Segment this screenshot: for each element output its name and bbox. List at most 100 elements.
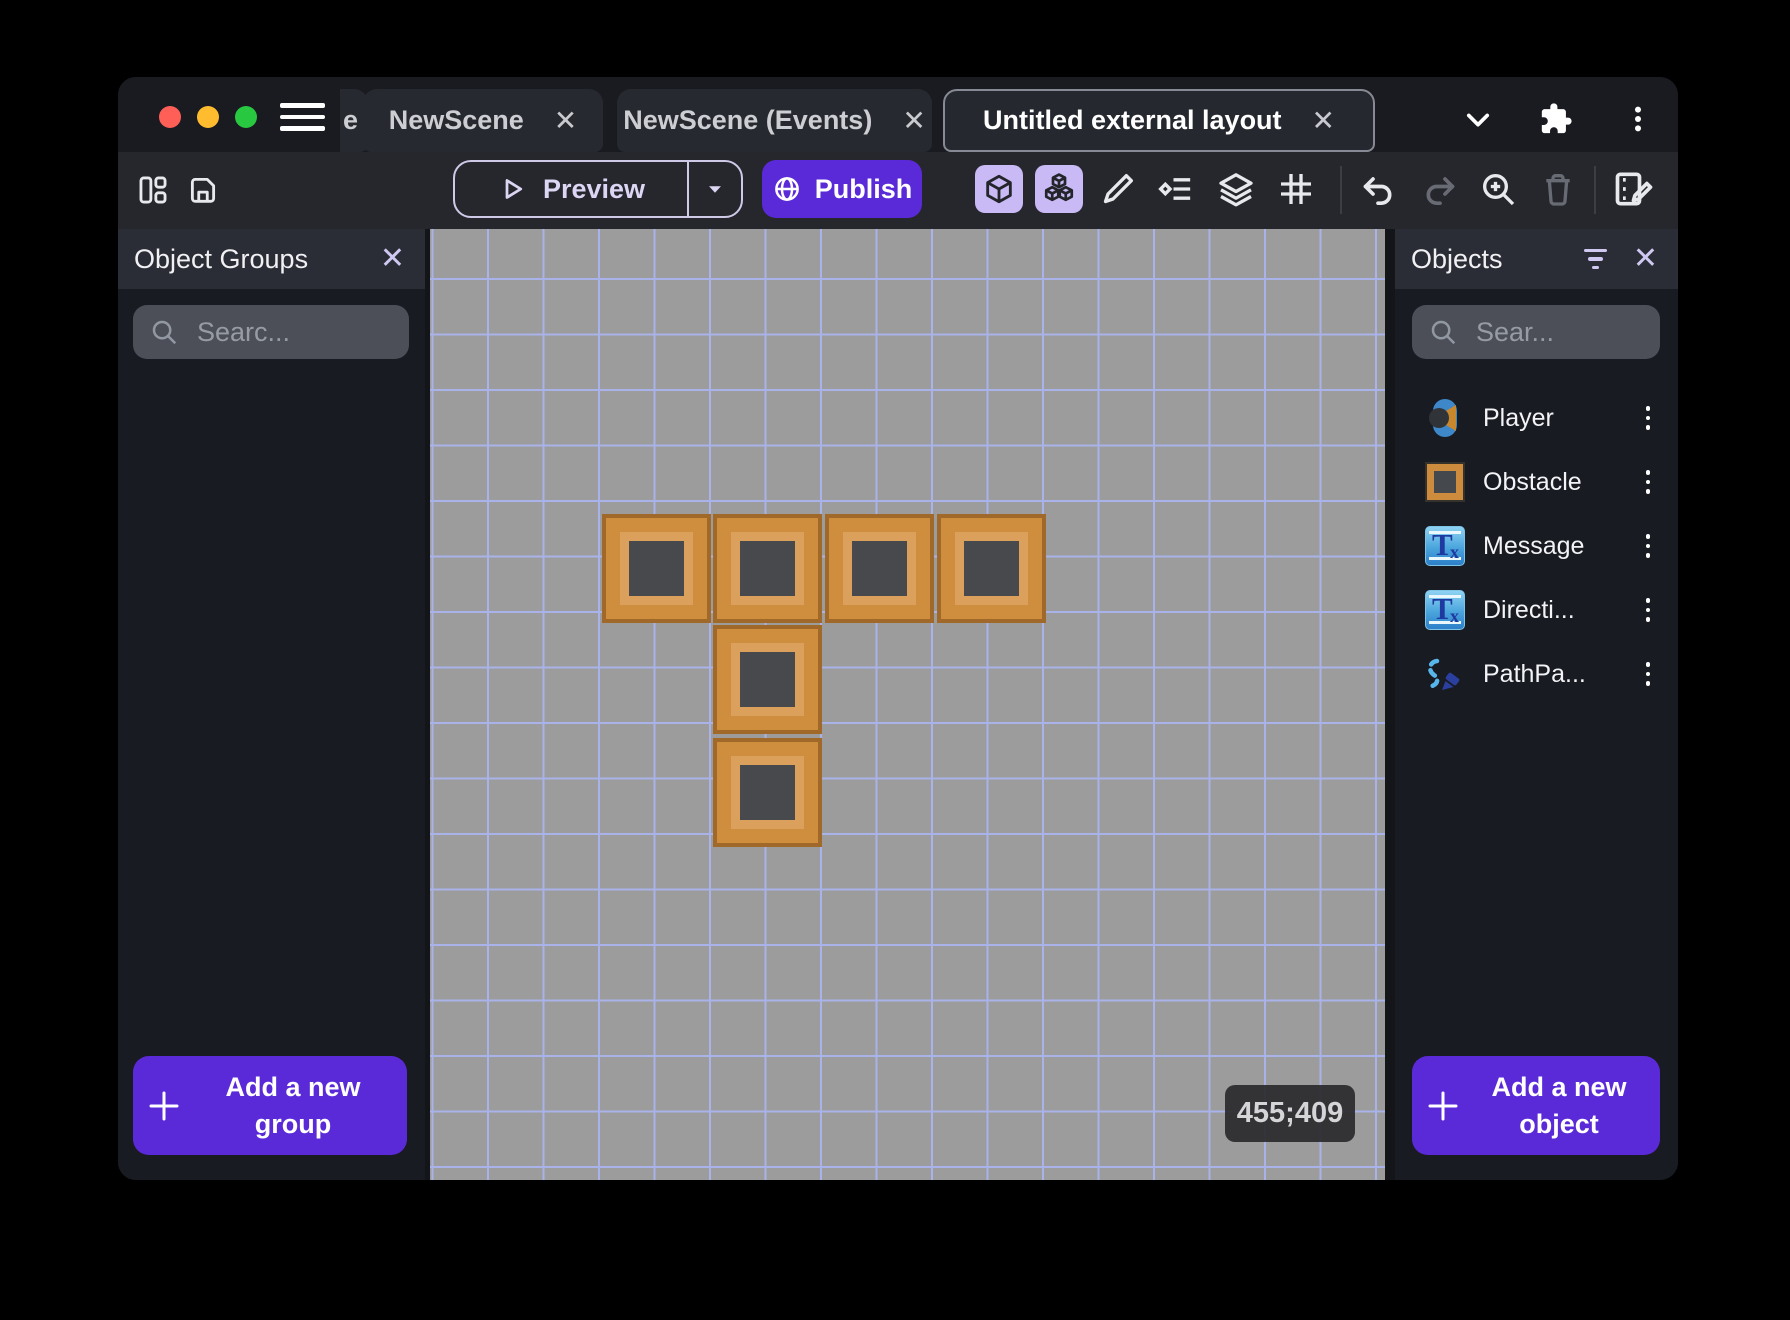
object-menu-dots-icon[interactable] xyxy=(1645,534,1650,558)
add-group-button[interactable]: Add a new group xyxy=(133,1056,407,1155)
object-row[interactable]: Player xyxy=(1395,386,1678,450)
instances-list-icon xyxy=(1158,178,1191,200)
save-button[interactable] xyxy=(186,173,220,207)
tab-label: NewScene xyxy=(388,105,524,135)
object-row[interactable]: PathPa... xyxy=(1395,642,1678,706)
obstacle-sprite-icon xyxy=(1425,462,1465,502)
close-window-button[interactable] xyxy=(159,106,181,128)
toolbar-divider xyxy=(1594,166,1596,214)
object-groups-search[interactable] xyxy=(133,305,409,359)
minimize-window-button[interactable] xyxy=(197,106,219,128)
tab-close-icon[interactable]: ✕ xyxy=(902,106,925,135)
object-row[interactable]: Tx Message xyxy=(1395,514,1678,578)
cursor-coordinates-badge: 455;409 xyxy=(1225,1085,1355,1142)
edit-scene-icon xyxy=(1615,172,1653,206)
redo-button[interactable] xyxy=(1420,169,1460,209)
preview-label: Preview xyxy=(542,173,646,204)
filter-icon[interactable] xyxy=(1583,248,1607,270)
main-area: Object Groups ✕ Add a new group 455;409 xyxy=(118,229,1678,1180)
add-object-button[interactable]: Add a new object xyxy=(1412,1056,1660,1155)
grid-icon xyxy=(1281,174,1311,204)
tab-overflow-chevron-icon[interactable] xyxy=(1460,101,1496,137)
toolbar-divider xyxy=(1340,166,1342,214)
project-manager-button[interactable] xyxy=(136,173,170,207)
object-groups-title: Object Groups xyxy=(134,243,309,274)
objects-stack-button[interactable] xyxy=(1035,165,1083,213)
path-painter-icon xyxy=(1425,654,1465,694)
layers-icon xyxy=(1219,173,1253,207)
object-label: PathPa... xyxy=(1483,659,1586,688)
tab-untitled-external-layout[interactable]: Untitled external layout ✕ xyxy=(943,89,1375,152)
obstacle-instance[interactable] xyxy=(825,514,934,623)
traffic-lights xyxy=(159,106,257,128)
obstacle-instance[interactable] xyxy=(602,514,711,623)
plus-icon xyxy=(1412,1088,1474,1124)
grid-button[interactable] xyxy=(1276,169,1316,209)
window-menu-dots-icon[interactable] xyxy=(1620,101,1656,137)
publish-label: Publish xyxy=(814,173,913,204)
object-menu-dots-icon[interactable] xyxy=(1645,598,1650,622)
objects-search[interactable] xyxy=(1412,305,1660,359)
instances-list-button[interactable] xyxy=(1156,169,1196,209)
zoom-in-icon xyxy=(1483,174,1515,206)
search-icon xyxy=(1431,320,1456,345)
search-input[interactable] xyxy=(195,315,393,349)
object-groups-header: Object Groups ✕ xyxy=(118,229,425,289)
add-group-label: Add a new group xyxy=(225,1072,361,1139)
undo-button[interactable] xyxy=(1358,169,1398,209)
caret-down-icon xyxy=(709,186,721,193)
obstacle-instance[interactable] xyxy=(937,514,1046,623)
globe-icon xyxy=(774,177,799,201)
object-label: Directi... xyxy=(1483,595,1575,624)
object-menu-dots-icon[interactable] xyxy=(1645,662,1650,686)
cubes-icon xyxy=(1044,173,1074,202)
tab-close-icon[interactable]: ✕ xyxy=(554,106,577,135)
search-input[interactable] xyxy=(1474,315,1644,349)
obstacle-instance[interactable] xyxy=(713,738,822,847)
plus-icon xyxy=(133,1088,195,1124)
tab-bar: e NewScene ✕ NewScene (Events) ✕ Untitle… xyxy=(118,77,1678,152)
object-menu-dots-icon[interactable] xyxy=(1645,406,1650,430)
extensions-puzzle-icon[interactable] xyxy=(1538,101,1574,137)
scene-edit-3d-button[interactable] xyxy=(975,165,1023,213)
gdevelop-window: e NewScene ✕ NewScene (Events) ✕ Untitle… xyxy=(118,77,1678,1180)
pencil-icon xyxy=(1103,174,1133,204)
objects-header: Objects ✕ xyxy=(1395,229,1678,289)
delete-button[interactable] xyxy=(1538,169,1578,209)
object-label: Obstacle xyxy=(1483,467,1582,496)
edit-pencil-button[interactable] xyxy=(1098,169,1138,209)
close-icon[interactable]: ✕ xyxy=(1633,244,1658,274)
preview-dropdown-button[interactable] xyxy=(689,162,741,216)
tab-newscene[interactable]: NewScene ✕ xyxy=(363,89,603,152)
undo-icon xyxy=(1363,177,1392,206)
layers-button[interactable] xyxy=(1216,169,1256,209)
redo-icon xyxy=(1426,177,1455,206)
tab-label: NewScene (Events) xyxy=(623,105,873,135)
preview-button[interactable]: Preview xyxy=(453,160,743,218)
cube-icon xyxy=(986,174,1012,204)
tab-newscene-events[interactable]: NewScene (Events) ✕ xyxy=(617,89,932,152)
zoom-window-button[interactable] xyxy=(235,106,257,128)
close-icon[interactable]: ✕ xyxy=(380,244,405,274)
objects-panel: Objects ✕ Player Obstacle Tx Message Tx Direc… xyxy=(1395,229,1678,1180)
main-menu-hamburger-icon[interactable] xyxy=(280,103,325,131)
object-row[interactable]: Tx Directi... xyxy=(1395,578,1678,642)
player-sprite-icon xyxy=(1425,398,1465,438)
tab-close-icon[interactable]: ✕ xyxy=(1312,106,1335,135)
tab-label: e xyxy=(343,105,359,135)
object-menu-dots-icon[interactable] xyxy=(1645,470,1650,494)
toolbar: Preview Publish xyxy=(118,152,1678,229)
scene-canvas[interactable]: 455;409 xyxy=(430,229,1385,1180)
object-row[interactable]: Obstacle xyxy=(1395,450,1678,514)
preview-button-main[interactable]: Preview xyxy=(455,162,689,216)
object-groups-panel: Object Groups ✕ Add a new group xyxy=(118,229,425,1180)
trash-icon xyxy=(1546,174,1570,206)
obstacle-instance[interactable] xyxy=(713,625,822,734)
obstacle-instance[interactable] xyxy=(713,514,822,623)
object-label: Player xyxy=(1483,403,1554,432)
add-object-label: Add a new object xyxy=(1491,1072,1627,1139)
publish-button[interactable]: Publish xyxy=(762,160,922,218)
search-icon xyxy=(152,320,177,345)
scene-properties-button[interactable] xyxy=(1612,167,1656,211)
zoom-in-button[interactable] xyxy=(1478,169,1518,209)
